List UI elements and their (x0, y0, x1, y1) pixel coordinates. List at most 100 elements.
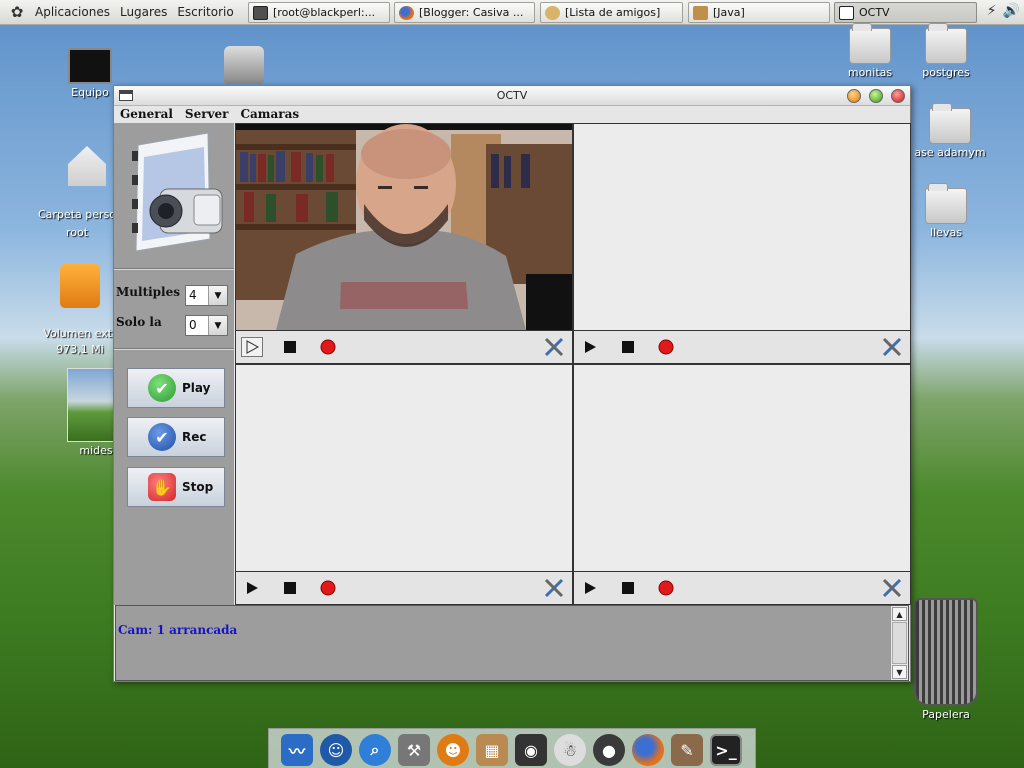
task-label: [Java] (713, 6, 745, 19)
window-icon (839, 5, 854, 20)
camera-controls-4 (574, 571, 910, 604)
stop-icon[interactable] (617, 578, 639, 598)
gnome-foot-icon[interactable]: ✿ (6, 1, 28, 23)
camera-feed-4[interactable] (574, 365, 910, 571)
desktop-icon-llevas[interactable]: llevas (916, 183, 976, 239)
record-icon[interactable] (317, 578, 339, 598)
settings-tools-icon[interactable] (543, 578, 565, 598)
package-icon[interactable]: ▦ (476, 734, 508, 766)
task-label: OCTV (859, 6, 890, 19)
log-message: Cam: 1 arrancada (118, 623, 238, 637)
stop-icon[interactable] (279, 337, 301, 357)
play-button-label: Play (182, 381, 211, 395)
folder-icon (925, 183, 967, 224)
speaker-icon[interactable]: ● (593, 734, 625, 766)
menu-aplicaciones[interactable]: Aplicaciones (30, 5, 115, 19)
console-scrollbar[interactable]: ▲ ▼ (890, 606, 908, 680)
scroll-up-icon[interactable]: ▲ (892, 607, 907, 621)
camera-feed-1[interactable] (236, 124, 572, 330)
task-label: [Lista de amigos] (565, 6, 661, 19)
screenshot-thumbnail-icon (67, 368, 117, 442)
accessibility-icon[interactable]: ☺ (320, 734, 352, 766)
camera-feed-3[interactable] (236, 365, 572, 571)
chevron-down-icon[interactable]: ▼ (208, 316, 227, 335)
camera-controls-1 (236, 330, 572, 363)
window-titlebar[interactable]: OCTV (114, 86, 910, 106)
camera-controls-2 (574, 330, 910, 363)
menu-general[interactable]: General (114, 106, 179, 123)
firefox-icon[interactable] (632, 734, 664, 766)
desktop-icon-ase-adamym[interactable]: ase adamym (910, 103, 990, 159)
solo-select[interactable]: 0 ▼ (185, 315, 228, 336)
play-button[interactable]: ✔ Play (127, 368, 225, 408)
settings-tools-icon[interactable] (881, 578, 903, 598)
folder-icon (929, 103, 971, 144)
control-sidebar: Multiples 4 ▼ Solo la 0 ▼ ✔ Play ✔ Rec ✋… (114, 123, 234, 605)
chevron-down-icon[interactable]: ▼ (208, 286, 227, 305)
pumpkin-icon[interactable]: ☻ (437, 734, 469, 766)
search-icon[interactable]: ⌕ (359, 734, 391, 766)
firefox-icon (399, 5, 414, 20)
volume-icon[interactable]: 🔊 (1003, 3, 1020, 19)
octv-window: OCTV General Server Camaras Multiples 4 … (113, 85, 911, 682)
minimize-icon[interactable] (847, 89, 861, 103)
terminal-icon[interactable]: >_ (710, 734, 742, 766)
record-icon[interactable] (317, 337, 339, 357)
desktop-icon-monitas[interactable]: monitas (840, 23, 900, 79)
scroll-thumb[interactable] (892, 622, 907, 664)
camera-feed-2[interactable] (574, 124, 910, 330)
menu-server[interactable]: Server (179, 106, 235, 123)
task-label: [Blogger: Casiva ... (419, 6, 524, 19)
harddisk-icon (224, 46, 264, 84)
task-octv[interactable]: OCTV (834, 2, 977, 23)
maximize-icon[interactable] (869, 89, 883, 103)
system-monitor-icon[interactable]: 〰 (281, 734, 313, 766)
java-icon (693, 5, 708, 20)
record-icon[interactable] (655, 337, 677, 357)
stop-hand-icon: ✋ (148, 473, 176, 501)
gimp-icon[interactable]: ✎ (671, 734, 703, 766)
record-icon[interactable] (655, 578, 677, 598)
task-blogger[interactable]: [Blogger: Casiva ... (394, 2, 535, 23)
camera-icon[interactable]: ◉ (515, 734, 547, 766)
folder-icon (849, 23, 891, 64)
play-icon[interactable] (579, 578, 601, 598)
settings-tools-icon[interactable] (881, 337, 903, 357)
play-icon[interactable] (241, 337, 263, 357)
window-title: OCTV (496, 89, 528, 102)
task-terminal[interactable]: [root@blackperl:... (248, 2, 390, 23)
rec-button[interactable]: ✔ Rec (127, 417, 225, 457)
stop-button[interactable]: ✋ Stop (127, 467, 225, 507)
power-plug-icon[interactable]: ⚡ (987, 3, 997, 19)
desktop-icon-label: ase adamym (914, 146, 986, 159)
multiples-select[interactable]: 4 ▼ (185, 285, 228, 306)
settings-tools-icon[interactable] (543, 337, 565, 357)
desktop-icon-label: monitas (847, 66, 893, 79)
system-tray: ⚡ 🔊 (987, 3, 1020, 19)
close-icon[interactable] (891, 89, 905, 103)
task-java[interactable]: [Java] (688, 2, 830, 23)
scroll-down-icon[interactable]: ▼ (892, 665, 907, 679)
solo-value: 0 (189, 318, 197, 332)
desktop-icon-papelera[interactable]: Papelera (914, 598, 978, 721)
stop-icon[interactable] (279, 578, 301, 598)
log-console[interactable]: Cam: 1 arrancada ▲ ▼ (115, 605, 909, 681)
menu-lugares[interactable]: Lugares (115, 5, 172, 19)
window-menubar: General Server Camaras (114, 106, 910, 123)
task-lista-de-amigos[interactable]: [Lista de amigos] (540, 2, 683, 23)
desktop-icon-postgres[interactable]: postgres (916, 23, 976, 79)
menu-escritorio[interactable]: Escritorio (172, 5, 238, 19)
play-icon[interactable] (579, 337, 601, 357)
folder-icon (925, 23, 967, 64)
menu-camaras[interactable]: Camaras (234, 106, 305, 123)
multiples-label: Multiples (116, 285, 181, 299)
tools-icon[interactable]: ⚒ (398, 734, 430, 766)
stop-icon[interactable] (617, 337, 639, 357)
play-icon[interactable] (241, 578, 263, 598)
ghost-icon[interactable]: ☃ (554, 734, 586, 766)
rec-button-label: Rec (182, 430, 207, 444)
desktop-icon-harddisk[interactable] (222, 46, 266, 86)
camera-panel-3 (235, 364, 573, 605)
home-folder-icon (68, 146, 106, 186)
camera-controls-3 (236, 571, 572, 604)
